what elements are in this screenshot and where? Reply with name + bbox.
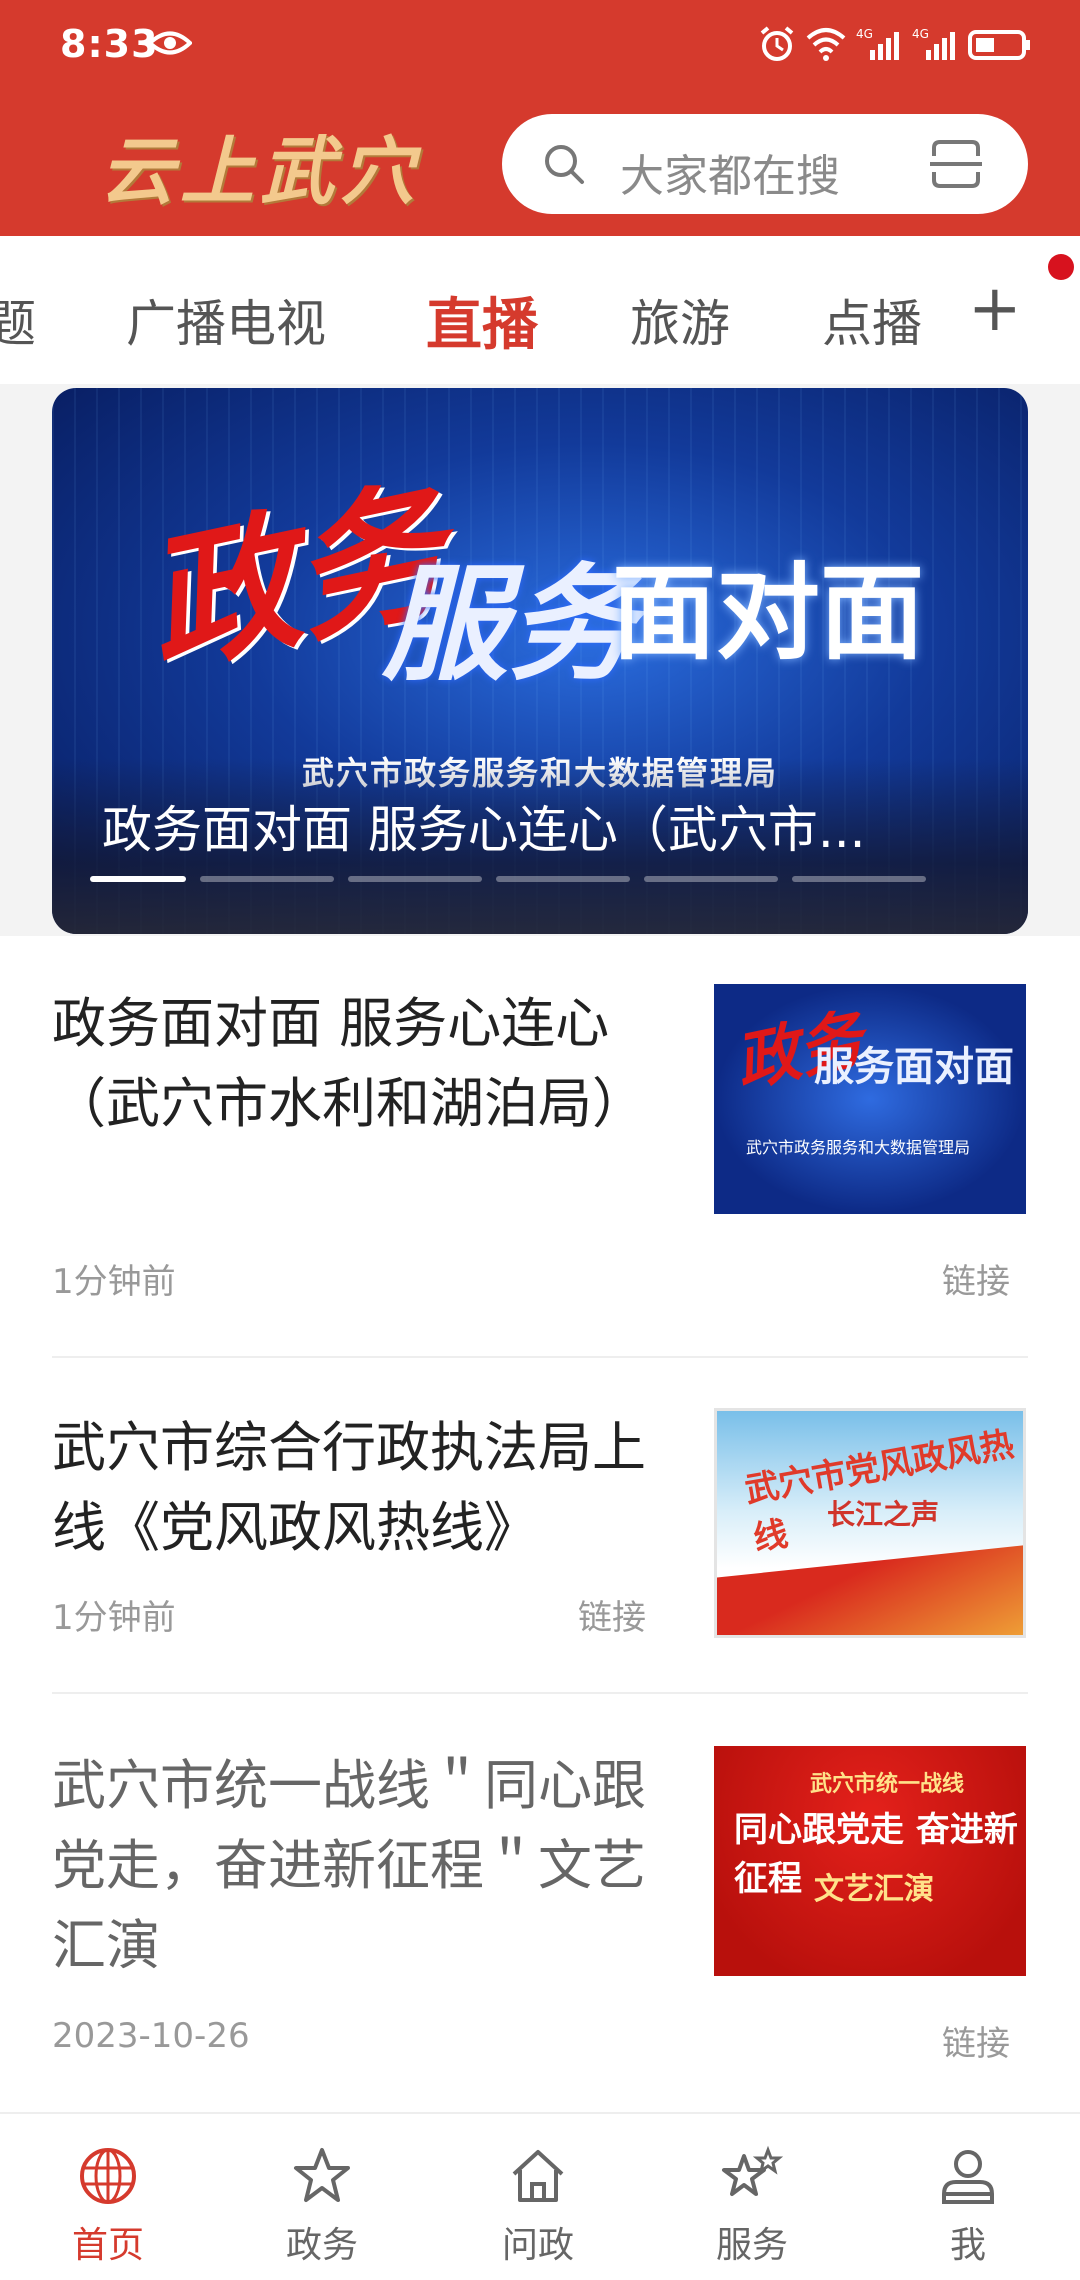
banner-art-c: 面对面 <box>612 552 925 674</box>
tab-live[interactable]: 直播 <box>426 280 538 361</box>
app-logo: 云上武穴 <box>100 129 420 215</box>
nav-label: 问政 <box>501 2225 574 2266</box>
eye-icon <box>148 31 192 55</box>
signal-icon-2: 4G <box>912 27 955 60</box>
tab-travel[interactable]: 旅游 <box>630 284 730 356</box>
article-tag: 链接 <box>942 1262 1010 1302</box>
globe-icon <box>80 2148 136 2204</box>
carousel-dot[interactable] <box>348 876 482 882</box>
signal-icon: 4G <box>856 27 899 60</box>
battery-icon <box>968 30 1030 60</box>
carousel-dot[interactable] <box>792 876 926 882</box>
thumb-text: 服务面对面 <box>814 1044 1014 1090</box>
article-title: 政务面对面 服务心连心（武穴市水利和湖泊局） <box>52 992 646 1135</box>
home-icon <box>512 2150 564 2202</box>
status-time: 8:33 <box>60 22 159 66</box>
bottom-nav: 首页 政务 问政 服务 我 <box>0 2112 1080 2280</box>
search-placeholder: 大家都在搜 <box>620 151 840 202</box>
stars-icon <box>722 2145 784 2196</box>
channel-tabs: 题 广播电视 直播 旅游 点播 + <box>0 236 1080 384</box>
svg-text:4G: 4G <box>912 27 929 41</box>
notification-dot <box>1048 254 1074 280</box>
alarm-icon <box>760 26 794 61</box>
article-thumbnail: 武穴市党风政风热线 长江之声 <box>714 1408 1026 1638</box>
thumb-text: 武穴市政务服务和大数据管理局 <box>746 1138 971 1157</box>
nav-services[interactable]: 服务 <box>692 2144 812 2268</box>
nav-label: 政务 <box>285 2225 358 2266</box>
thumb-text: 长江之声 <box>827 1498 940 1531</box>
carousel-dot[interactable] <box>644 876 778 882</box>
article-tag: 链接 <box>578 1598 646 1638</box>
carousel-dot[interactable] <box>200 876 334 882</box>
banner-title: 政务面对面 服务心连心（武穴市... <box>102 801 866 859</box>
article-title: 武穴市综合行政执法局上线《党风政风热线》 <box>52 1416 646 1559</box>
thumb-text: 武穴市党风政风热线 <box>741 1424 1017 1560</box>
search-icon <box>545 145 584 184</box>
add-channel-button[interactable]: + <box>968 274 1024 344</box>
app-header: 8:33 4G 4G 云上武穴 大家都在搜 <box>0 0 1080 236</box>
article-thumbnail: 政务 服务面对面 武穴市政务服务和大数据管理局 <box>714 984 1026 1214</box>
nav-label: 首页 <box>71 2225 144 2266</box>
nav-me[interactable]: 我 <box>908 2144 1028 2268</box>
banner-carousel[interactable]: 政务 服务 面对面 武穴市政务服务和大数据管理局 政务面对面 服务心连心（武穴市… <box>52 388 1028 934</box>
article-title: 武穴市统一战线＂同心跟党走，奋进新征程＂文艺汇演 <box>52 1754 646 1977</box>
tab-on-demand[interactable]: 点播 <box>822 284 922 356</box>
user-icon <box>942 2150 994 2204</box>
nav-inquiry[interactable]: 问政 <box>478 2144 598 2268</box>
thumb-text: 武穴市统一战线 <box>810 1772 965 1797</box>
search-bar[interactable]: 大家都在搜 <box>502 114 1028 214</box>
divider <box>52 1692 1028 1694</box>
article-time: 2023-10-26 <box>52 2016 250 2056</box>
carousel-dot[interactable] <box>90 876 186 882</box>
nav-label: 我 <box>949 2225 986 2266</box>
divider <box>52 1356 1028 1358</box>
tab-topic[interactable]: 题 <box>0 284 36 356</box>
carousel-dot[interactable] <box>496 876 630 882</box>
star-icon <box>294 2148 350 2202</box>
svg-text:4G: 4G <box>856 27 873 41</box>
article-item[interactable]: 政务面对面 服务心连心（武穴市水利和湖泊局） 政务 服务面对面 武穴市政务服务和… <box>52 984 1028 1304</box>
article-time: 1分钟前 <box>52 1598 176 1638</box>
scan-icon[interactable] <box>928 136 984 192</box>
thumb-text: 文艺汇演 <box>814 1872 934 1907</box>
article-thumbnail: 武穴市统一战线 同心跟党走 奋进新征程 文艺汇演 <box>714 1746 1026 1976</box>
article-tag: 链接 <box>942 2024 1010 2064</box>
wifi-icon <box>806 28 846 61</box>
article-item[interactable]: 武穴市统一战线＂同心跟党走，奋进新征程＂文艺汇演 武穴市统一战线 同心跟党走 奋… <box>52 1746 1028 2076</box>
nav-home[interactable]: 首页 <box>48 2144 168 2268</box>
status-bar: 8:33 4G 4G <box>0 0 1080 92</box>
article-item[interactable]: 武穴市综合行政执法局上线《党风政风热线》 武穴市党风政风热线 长江之声 1分钟前… <box>52 1408 1028 1658</box>
nav-label: 服务 <box>715 2225 788 2266</box>
status-icons: 4G 4G <box>758 24 1032 64</box>
article-time: 1分钟前 <box>52 1262 176 1302</box>
carousel-indicators <box>90 876 926 882</box>
nav-government[interactable]: 政务 <box>262 2144 382 2268</box>
tab-broadcast-tv[interactable]: 广播电视 <box>126 284 326 356</box>
banner-art-b: 服务 <box>382 550 634 698</box>
